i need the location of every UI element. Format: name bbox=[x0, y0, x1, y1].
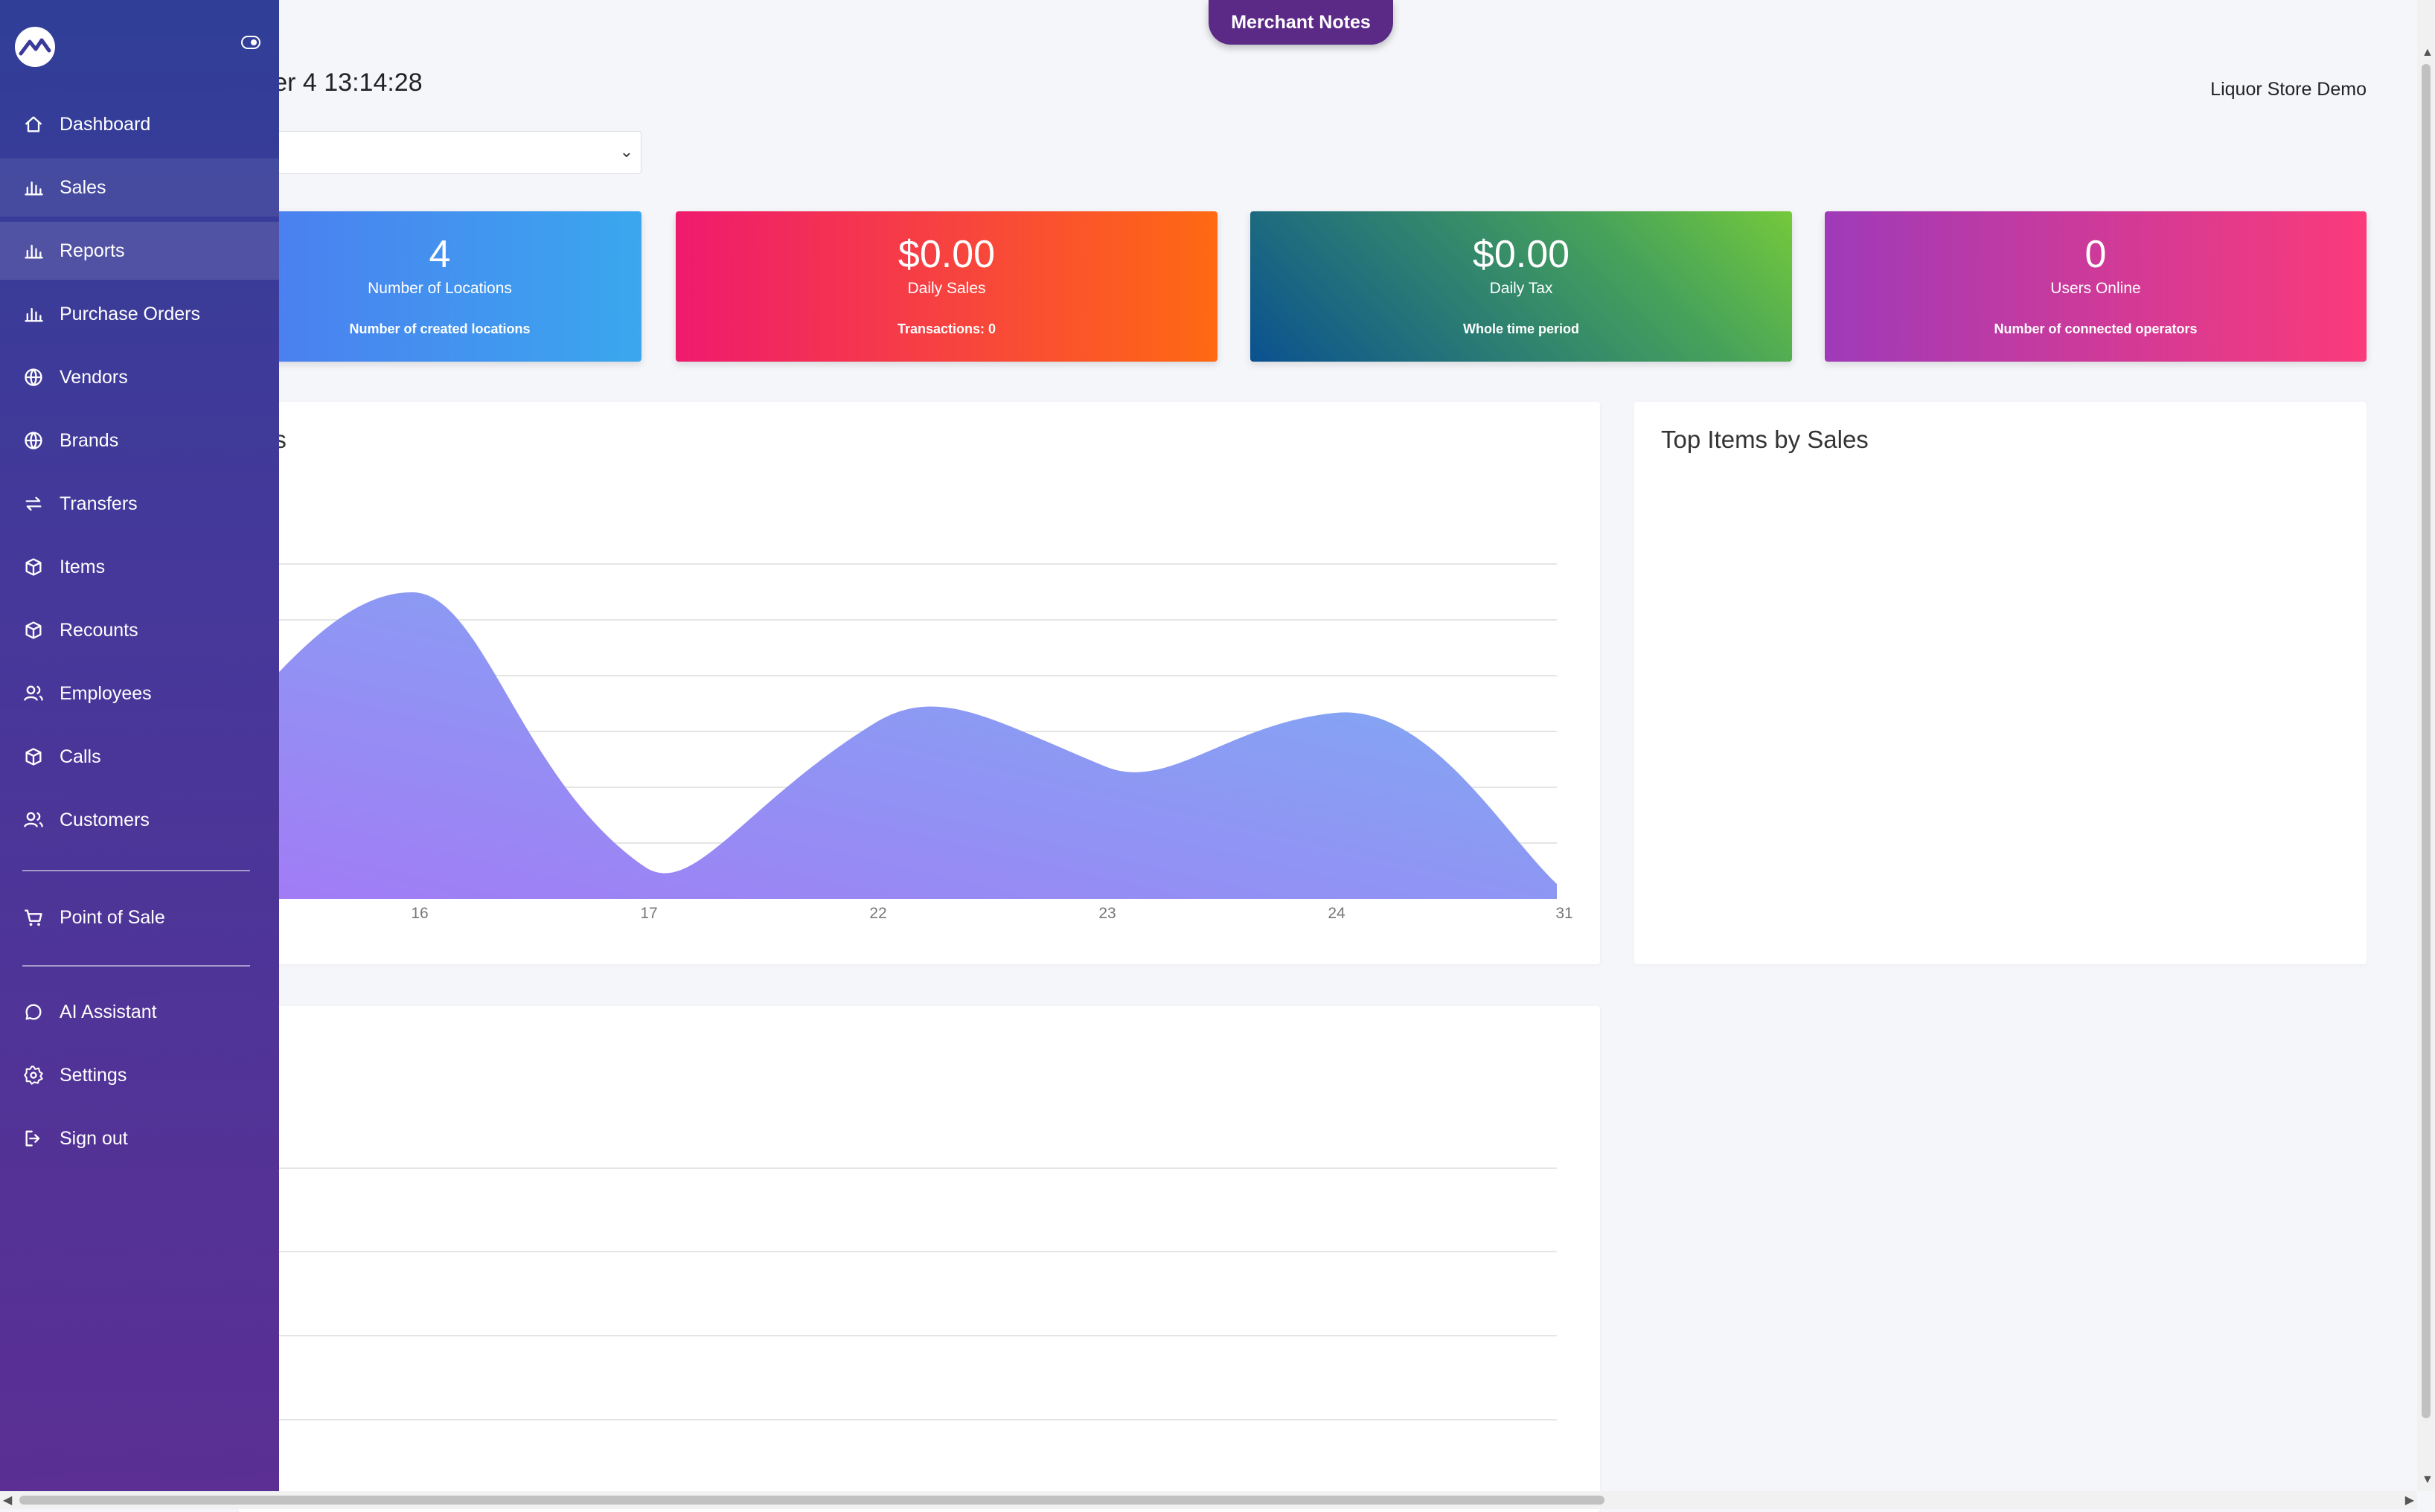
sidebar-item-label: Brands bbox=[60, 429, 119, 451]
box-icon bbox=[22, 619, 45, 641]
stat-subtext: Number of connected operators bbox=[1994, 321, 2198, 336]
sidebar-item-label: Vendors bbox=[60, 366, 128, 388]
sidebar-item-sales[interactable]: Sales bbox=[0, 158, 279, 217]
users-icon bbox=[22, 682, 45, 705]
globe-icon bbox=[22, 429, 45, 452]
chat-icon bbox=[22, 1001, 45, 1023]
stat-card-locations: 4 Number of Locations Number of created … bbox=[238, 211, 641, 362]
stat-card-daily-sales: $0.00 Daily Sales Transactions: 0 bbox=[676, 211, 1218, 362]
sidebar-item-label: Settings bbox=[60, 1064, 127, 1086]
x-tick-label: 31 bbox=[1555, 905, 1572, 922]
stat-label: Number of Locations bbox=[368, 280, 512, 297]
stat-label: Daily Tax bbox=[1489, 280, 1553, 297]
sales-chart-card: es 161722232431 bbox=[238, 402, 1600, 964]
sidebar-item-brands[interactable]: Brands bbox=[0, 411, 279, 470]
sidebar-item-label: Sales bbox=[60, 176, 106, 198]
sidebar-item-label: Customers bbox=[60, 809, 150, 830]
bar-chart-icon bbox=[22, 176, 45, 199]
stat-value: 0 bbox=[2084, 233, 2107, 276]
sidebar-item-ai-assistant[interactable]: AI Assistant bbox=[0, 983, 279, 1041]
merchant-notes-button[interactable]: Merchant Notes bbox=[1209, 0, 1393, 45]
sidebar-toggle-icon[interactable] bbox=[241, 36, 260, 49]
store-name: Liquor Store Demo bbox=[2210, 79, 2367, 100]
logo[interactable] bbox=[15, 27, 55, 67]
x-tick-label: 16 bbox=[411, 905, 428, 922]
home-icon bbox=[22, 113, 45, 135]
stat-subtext: Whole time period bbox=[1462, 321, 1579, 336]
x-axis: 16 17 22 23 24 31 bbox=[411, 905, 1572, 922]
top-items-card: Top Items by Sales bbox=[1634, 402, 2367, 964]
sidebar-item-settings[interactable]: Settings bbox=[0, 1046, 279, 1104]
sidebar-item-purchase-orders[interactable]: Purchase Orders bbox=[0, 285, 279, 343]
transfer-icon bbox=[22, 493, 45, 515]
sidebar-item-items[interactable]: Items bbox=[0, 538, 279, 596]
stat-card-users-online: 0 Users Online Number of connected opera… bbox=[1825, 211, 2367, 362]
sidebar-item-sign-out[interactable]: Sign out bbox=[0, 1109, 279, 1167]
x-tick-label: 22 bbox=[869, 905, 886, 922]
sales-area bbox=[238, 592, 1557, 899]
stat-subtext: Transactions: 0 bbox=[897, 321, 996, 336]
scroll-down-icon[interactable]: ▼ bbox=[2422, 1473, 2434, 1487]
sidebar-item-label: Employees bbox=[60, 682, 152, 704]
bottom-chart-grid bbox=[238, 1167, 1557, 1420]
stat-label: Daily Sales bbox=[907, 280, 986, 297]
x-tick-label: 23 bbox=[1098, 905, 1116, 922]
scroll-thumb[interactable] bbox=[2422, 64, 2431, 1418]
sidebar-item-reports[interactable]: Reports bbox=[0, 222, 279, 280]
sidebar-item-employees[interactable]: Employees bbox=[0, 664, 279, 723]
sidebar: Dashboard Sales Reports Purchase Orders Vend… bbox=[0, 0, 279, 1491]
sidebar-item-recounts[interactable]: Recounts bbox=[0, 601, 279, 659]
cart-icon bbox=[22, 906, 45, 929]
sidebar-item-label: Recounts bbox=[60, 619, 138, 641]
sales-area-chart: 16 17 22 23 24 31 bbox=[238, 563, 1573, 922]
sidebar-item-vendors[interactable]: Vendors bbox=[0, 348, 279, 406]
x-tick-label: 17 bbox=[640, 905, 657, 922]
scroll-thumb[interactable] bbox=[19, 1496, 1604, 1505]
date-range-select[interactable]: ⌄ bbox=[238, 131, 641, 174]
gear-icon bbox=[22, 1064, 45, 1086]
sidebar-divider bbox=[22, 870, 250, 871]
box-icon bbox=[22, 556, 45, 578]
sidebar-item-dashboard[interactable]: Dashboard bbox=[0, 95, 279, 153]
main-content: Merchant Notes mber 4 13:14:28 Liquor St… bbox=[0, 0, 2435, 1512]
horizontal-scrollbar[interactable]: ◀ ▶ bbox=[0, 1491, 2417, 1509]
sign-out-icon bbox=[22, 1127, 45, 1150]
box-icon bbox=[22, 746, 45, 768]
stat-value: $0.00 bbox=[1472, 233, 1570, 276]
globe-icon bbox=[22, 366, 45, 388]
scroll-up-icon[interactable]: ▲ bbox=[2422, 46, 2434, 60]
sidebar-item-customers[interactable]: Customers bbox=[0, 791, 279, 849]
stat-value: 4 bbox=[429, 233, 451, 276]
vertical-scrollbar[interactable]: ▲ ▼ bbox=[2417, 0, 2435, 1491]
scroll-left-icon[interactable]: ◀ bbox=[3, 1493, 12, 1508]
x-tick-label: 24 bbox=[1328, 905, 1346, 922]
bottom-chart-card: r bbox=[238, 1006, 1600, 1512]
sidebar-item-label: Transfers bbox=[60, 493, 138, 514]
sidebar-item-label: Dashboard bbox=[60, 113, 151, 135]
sidebar-item-label: Purchase Orders bbox=[60, 303, 200, 324]
sidebar-item-label: Calls bbox=[60, 746, 101, 767]
sidebar-item-label: Items bbox=[60, 556, 106, 577]
chevron-down-icon: ⌄ bbox=[619, 142, 633, 161]
sidebar-item-label: Reports bbox=[60, 240, 125, 261]
sidebar-item-label: Sign out bbox=[60, 1127, 128, 1149]
bar-chart-icon bbox=[22, 240, 45, 262]
scroll-right-icon[interactable]: ▶ bbox=[2405, 1493, 2414, 1508]
card-title: Top Items by Sales bbox=[1661, 426, 1869, 453]
sidebar-item-transfers[interactable]: Transfers bbox=[0, 475, 279, 533]
stat-subtext: Number of created locations bbox=[349, 321, 531, 336]
stat-card-daily-tax: $0.00 Daily Tax Whole time period bbox=[1250, 211, 1792, 362]
users-icon bbox=[22, 809, 45, 831]
sidebar-item-label: AI Assistant bbox=[60, 1001, 157, 1022]
sidebar-divider bbox=[22, 965, 250, 967]
sidebar-item-label: Point of Sale bbox=[60, 906, 165, 928]
stat-label: Users Online bbox=[2050, 280, 2141, 297]
stat-value: $0.00 bbox=[897, 233, 996, 276]
sidebar-item-calls[interactable]: Calls bbox=[0, 728, 279, 786]
bar-chart-icon bbox=[22, 303, 45, 325]
sidebar-item-point-of-sale[interactable]: Point of Sale bbox=[0, 888, 279, 946]
mountain-logo-icon bbox=[19, 38, 51, 56]
